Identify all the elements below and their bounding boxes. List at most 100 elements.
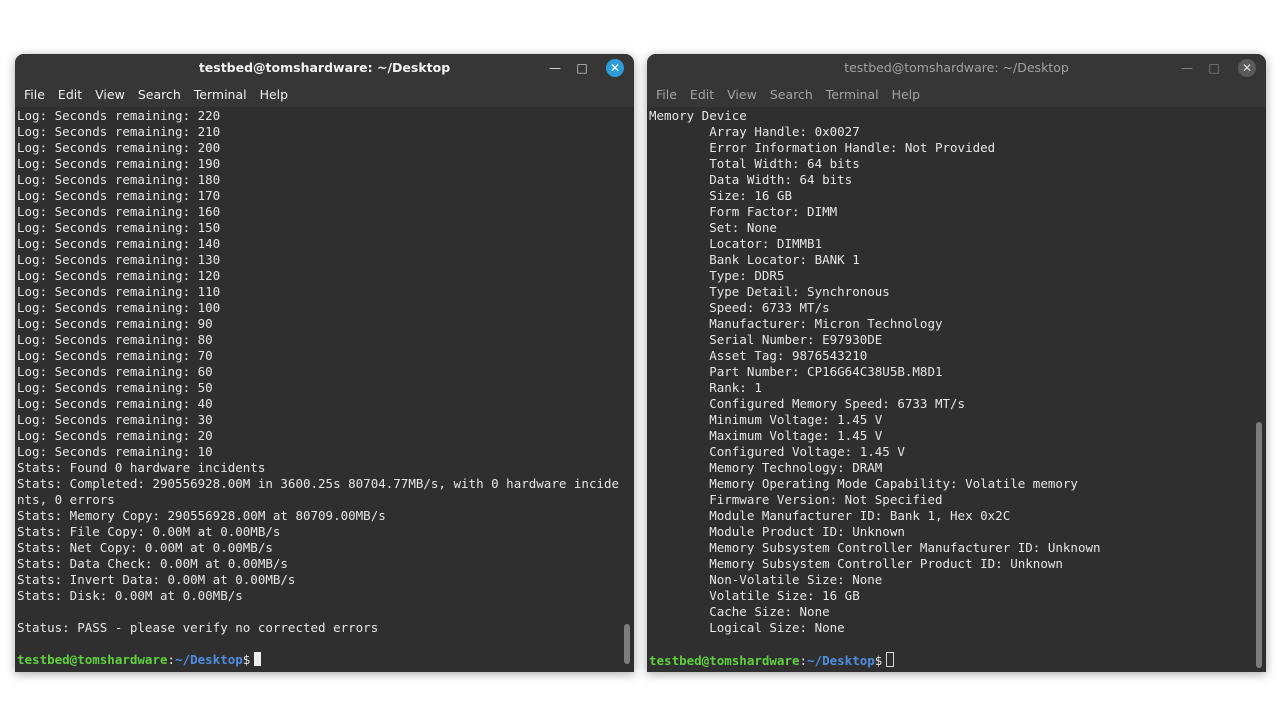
- prompt-path: ~/Desktop: [175, 652, 243, 667]
- output-line: Log: Seconds remaining: 180: [17, 172, 221, 187]
- output-line: Volatile Size: 16 GB: [649, 588, 860, 603]
- output-line: Memory Operating Mode Capability: Volati…: [649, 476, 1078, 491]
- output-line: Non-Volatile Size: None: [649, 572, 883, 587]
- output-line: Log: Seconds remaining: 40: [17, 396, 213, 411]
- shell-prompt[interactable]: testbed@tomshardware:~/Desktop$: [17, 652, 618, 668]
- output-line: Log: Seconds remaining: 140: [17, 236, 221, 251]
- menu-terminal[interactable]: Terminal: [826, 81, 886, 107]
- menu-edit[interactable]: Edit: [690, 81, 721, 107]
- terminal-output[interactable]: Log: Seconds remaining: 220 Log: Seconds …: [15, 107, 620, 672]
- output-line: Form Factor: DIMM: [649, 204, 838, 219]
- menu-view[interactable]: View: [95, 81, 132, 107]
- output-line: Stats: Data Check: 0.00M at 0.00MB/s: [17, 556, 288, 571]
- output-line: Set: None: [649, 220, 777, 235]
- output-line: Log: Seconds remaining: 50: [17, 380, 213, 395]
- output-line: Minimum Voltage: 1.45 V: [649, 412, 883, 427]
- output-line: Log: Seconds remaining: 220: [17, 108, 221, 123]
- scrollbar[interactable]: [624, 107, 630, 672]
- output-line: Stats: Invert Data: 0.00M at 0.00MB/s: [17, 572, 296, 587]
- output-line: Cache Size: None: [649, 604, 830, 619]
- output-line: Stats: Memory Copy: 290556928.00M at 807…: [17, 508, 386, 523]
- output-line: Memory Technology: DRAM: [649, 460, 883, 475]
- output-line: Part Number: CP16G64C38U5B.M8D1: [649, 364, 943, 379]
- output-line: Log: Seconds remaining: 150: [17, 220, 221, 235]
- output-line: Log: Seconds remaining: 70: [17, 348, 213, 363]
- output-line: Log: Seconds remaining: 120: [17, 268, 221, 283]
- output-line: Stats: File Copy: 0.00M at 0.00MB/s: [17, 524, 281, 539]
- output-line: Logical Size: None: [649, 620, 845, 635]
- output-line: Log: Seconds remaining: 80: [17, 332, 213, 347]
- output-line: Configured Memory Speed: 6733 MT/s: [649, 396, 966, 411]
- prompt-path: ~/Desktop: [807, 653, 875, 668]
- output-line: Stats: Net Copy: 0.00M at 0.00MB/s: [17, 540, 273, 555]
- output-line: Array Handle: 0x0027: [649, 124, 860, 139]
- output-line: Module Manufacturer ID: Bank 1, Hex 0x2C: [649, 508, 1011, 523]
- maximize-icon[interactable]: □: [1205, 59, 1223, 77]
- output-line: Log: Seconds remaining: 160: [17, 204, 221, 219]
- output-line: Size: 16 GB: [649, 188, 792, 203]
- output-line: Stats: Completed: 290556928.00M in 3600.…: [17, 476, 620, 491]
- menu-terminal[interactable]: Terminal: [194, 81, 254, 107]
- output-line: Log: Seconds remaining: 210: [17, 124, 221, 139]
- output-line: Log: Seconds remaining: 30: [17, 412, 213, 427]
- scrollbar-thumb[interactable]: [1256, 422, 1262, 668]
- output-line: Log: Seconds remaining: 130: [17, 252, 221, 267]
- prompt-symbol: $: [242, 652, 251, 667]
- prompt-separator: :: [799, 653, 808, 668]
- output-line: Memory Device: [649, 108, 747, 123]
- titlebar[interactable]: testbed@tomshardware: ~/Desktop — □ ✕: [647, 54, 1266, 81]
- output-line: Status: PASS - please verify no correcte…: [17, 620, 379, 635]
- titlebar[interactable]: testbed@tomshardware: ~/Desktop — □ ✕: [15, 54, 634, 81]
- output-line: Stats: Found 0 hardware incidents: [17, 460, 266, 475]
- menu-file[interactable]: File: [656, 81, 684, 107]
- close-icon[interactable]: ✕: [1238, 59, 1256, 77]
- output-line: Log: Seconds remaining: 10: [17, 444, 213, 459]
- output-line: Log: Seconds remaining: 200: [17, 140, 221, 155]
- output-line: Manufacturer: Micron Technology: [649, 316, 943, 331]
- window-title: testbed@tomshardware: ~/Desktop: [198, 60, 451, 75]
- output-line: Error Information Handle: Not Provided: [649, 140, 996, 155]
- menu-help[interactable]: Help: [892, 81, 928, 107]
- output-line: Data Width: 64 bits: [649, 172, 853, 187]
- output-line: Type Detail: Synchronous: [649, 284, 890, 299]
- prompt-symbol: $: [874, 653, 883, 668]
- scrollbar-thumb[interactable]: [624, 624, 630, 664]
- menu-search[interactable]: Search: [138, 81, 188, 107]
- output-line: Rank: 1: [649, 380, 762, 395]
- menu-edit[interactable]: Edit: [58, 81, 89, 107]
- output-line: Maximum Voltage: 1.45 V: [649, 428, 883, 443]
- output-line: Serial Number: E97930DE: [649, 332, 883, 347]
- maximize-icon[interactable]: □: [573, 59, 591, 77]
- output-line: Total Width: 64 bits: [649, 156, 860, 171]
- output-line: Log: Seconds remaining: 110: [17, 284, 221, 299]
- menu-view[interactable]: View: [727, 81, 764, 107]
- menu-search[interactable]: Search: [770, 81, 820, 107]
- menubar: File Edit View Search Terminal Help: [15, 81, 634, 107]
- menu-file[interactable]: File: [24, 81, 52, 107]
- window-title: testbed@tomshardware: ~/Desktop: [844, 60, 1069, 75]
- output-line: Locator: DIMMB1: [649, 236, 823, 251]
- output-line: Memory Subsystem Controller Product ID: …: [649, 556, 1063, 571]
- terminal-window-right[interactable]: testbed@tomshardware: ~/Desktop — □ ✕ Fi…: [647, 54, 1266, 672]
- output-line: Configured Voltage: 1.45 V: [649, 444, 905, 459]
- output-line: Stats: Disk: 0.00M at 0.00MB/s: [17, 588, 243, 603]
- output-line: Memory Subsystem Controller Manufacturer…: [649, 540, 1101, 555]
- scrollbar[interactable]: [1256, 107, 1262, 672]
- terminal-window-left[interactable]: testbed@tomshardware: ~/Desktop — □ ✕ Fi…: [15, 54, 634, 672]
- close-icon[interactable]: ✕: [606, 59, 624, 77]
- terminal-output[interactable]: Memory Device Array Handle: 0x0027 Error…: [647, 107, 1252, 672]
- output-line: Log: Seconds remaining: 190: [17, 156, 221, 171]
- output-line: nts, 0 errors: [17, 492, 115, 507]
- minimize-icon[interactable]: —: [1178, 59, 1196, 77]
- output-line: Type: DDR5: [649, 268, 785, 283]
- output-line: Speed: 6733 MT/s: [649, 300, 830, 315]
- menu-help[interactable]: Help: [260, 81, 296, 107]
- output-line: Log: Seconds remaining: 100: [17, 300, 221, 315]
- output-line: Firmware Version: Not Specified: [649, 492, 943, 507]
- menubar: File Edit View Search Terminal Help: [647, 81, 1266, 107]
- text-cursor: [254, 652, 262, 666]
- text-cursor: [886, 652, 895, 667]
- minimize-icon[interactable]: —: [546, 59, 564, 77]
- shell-prompt[interactable]: testbed@tomshardware:~/Desktop$: [649, 652, 1250, 668]
